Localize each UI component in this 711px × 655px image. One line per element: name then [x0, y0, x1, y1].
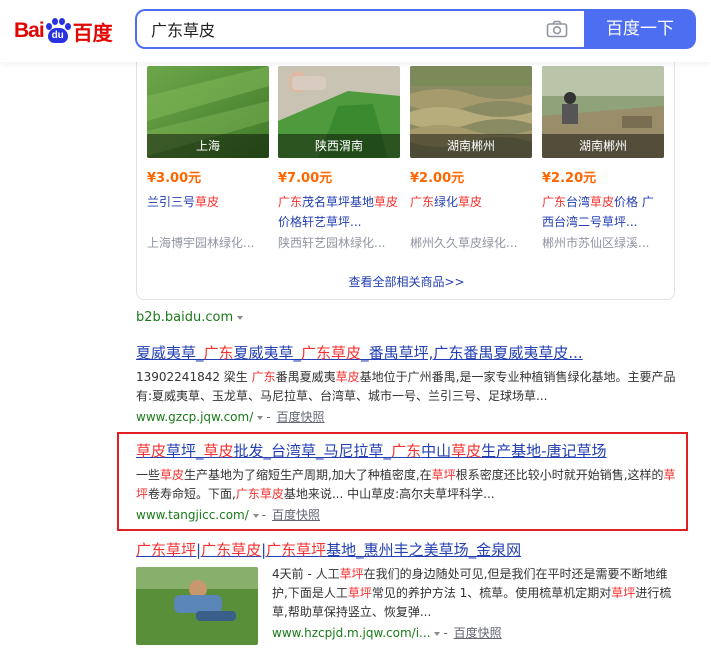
- product-item[interactable]: 湖南郴州 ¥2.20元 广东台湾草皮价格 广西台湾二号草坪... 郴州市苏仙区绿…: [542, 66, 664, 251]
- product-location: 上海: [147, 134, 269, 158]
- result-thumbnail[interactable]: [136, 567, 258, 645]
- product-shop[interactable]: 郴州久久草皮绿化...: [410, 234, 530, 251]
- result-url-row: www.gzcp.jqw.com/- 百度快照: [136, 410, 325, 424]
- search-result: 夏威夷草_广东夏威夷草_广东草皮_番禺草坪,广东番禺夏威夷草皮... 13902…: [136, 343, 676, 426]
- product-shop[interactable]: 郴州市苏仙区绿溪...: [542, 234, 662, 251]
- product-image[interactable]: 上海: [147, 66, 269, 158]
- result-url[interactable]: www.gzcp.jqw.com/: [136, 410, 253, 424]
- result-url[interactable]: www.tangjicc.com/: [136, 508, 249, 522]
- product-price: ¥2.00元: [410, 171, 465, 186]
- logo-baidu-text: 百度: [72, 20, 113, 45]
- search-input[interactable]: [151, 20, 531, 38]
- chevron-down-icon[interactable]: [434, 631, 441, 636]
- product-price: ¥2.20元: [542, 171, 597, 186]
- result-url-row: www.tangjicc.com/- 百度快照: [136, 508, 320, 522]
- product-card: 上海 ¥3.00元 兰引三号草皮 上海博宇园林绿化... 陕西渭南 ¥7.00元…: [136, 38, 675, 300]
- camera-icon[interactable]: [546, 20, 568, 38]
- snapshot-link[interactable]: 百度快照: [454, 626, 502, 640]
- more-products-link[interactable]: 查看全部相关商品>>: [137, 273, 676, 290]
- source-link[interactable]: b2b.baidu.com: [136, 310, 244, 325]
- product-location: 陕西渭南: [278, 134, 400, 158]
- result-abstract: 4天前 - 人工草坪在我们的身边随处可见,但是我们在平时还是需要不断地维护,下面…: [272, 567, 672, 619]
- product-item[interactable]: 湖南郴州 ¥2.00元 广东绿化草皮 郴州久久草皮绿化...: [410, 66, 532, 251]
- result-title-link[interactable]: 夏威夷草_广东夏威夷草_广东草皮_番禺草坪,广东番禺夏威夷草皮...: [136, 343, 676, 364]
- search-result: 草皮草坪_草皮批发_台湾草_马尼拉草_广东中山草皮生产基地-唐记草场 一些草皮生…: [136, 441, 676, 524]
- result-url[interactable]: www.hzcpjd.m.jqw.com/i...: [272, 626, 430, 640]
- result-title-link[interactable]: 草皮草坪_草皮批发_台湾草_马尼拉草_广东中山草皮生产基地-唐记草场: [136, 441, 676, 462]
- logo-bai-text: Bai: [14, 19, 45, 42]
- product-location: 湖南郴州: [542, 134, 664, 158]
- paw-icon: du: [45, 18, 71, 44]
- search-result: 广东草坪|广东草皮|广东草坪基地_惠州丰之美草场_金泉网: [136, 540, 676, 561]
- product-title[interactable]: 广东茂名草坪基地草皮价格轩艺草坪...: [278, 192, 400, 232]
- product-price: ¥7.00元: [278, 171, 333, 186]
- product-image[interactable]: 陕西渭南: [278, 66, 400, 158]
- chevron-down-icon[interactable]: [237, 315, 244, 320]
- logo-du-text: du: [47, 28, 68, 43]
- snapshot-link[interactable]: 百度快照: [272, 508, 320, 522]
- snapshot-link[interactable]: 百度快照: [276, 410, 324, 424]
- baidu-logo[interactable]: Bai du 百度: [14, 16, 113, 46]
- product-item[interactable]: 陕西渭南 ¥7.00元 广东茂名草坪基地草皮价格轩艺草坪... 陕西轩艺园林绿化…: [278, 66, 400, 251]
- search-box: [135, 9, 585, 49]
- chevron-down-icon[interactable]: [252, 513, 259, 518]
- product-shop[interactable]: 陕西轩艺园林绿化...: [278, 234, 398, 251]
- result-title-link[interactable]: 广东草坪|广东草皮|广东草坪基地_惠州丰之美草场_金泉网: [136, 540, 676, 561]
- result-abstract: 13902241842 梁生 广东番禺夏威夷草皮基地位于广州番禺,是一家专业种植…: [136, 370, 676, 403]
- product-price: ¥3.00元: [147, 171, 202, 186]
- result-abstract: 一些草皮生产基地为了缩短生产周期,加大了种植密度,在草坪根系密度还比较小时就开始…: [136, 468, 676, 501]
- product-image[interactable]: 湖南郴州: [542, 66, 664, 158]
- chevron-down-icon[interactable]: [257, 415, 264, 420]
- product-shop[interactable]: 上海博宇园林绿化...: [147, 234, 267, 251]
- result-body: 4天前 - 人工草坪在我们的身边随处可见,但是我们在平时还是需要不断地维护,下面…: [272, 565, 676, 642]
- product-title[interactable]: 广东绿化草皮: [410, 192, 532, 232]
- product-location: 湖南郴州: [410, 134, 532, 158]
- product-title[interactable]: 广东台湾草皮价格 广西台湾二号草坪...: [542, 192, 664, 232]
- product-item[interactable]: 上海 ¥3.00元 兰引三号草皮 上海博宇园林绿化...: [147, 66, 269, 251]
- header: Bai du 百度 百度一下: [0, 0, 711, 62]
- search-button[interactable]: 百度一下: [584, 9, 696, 49]
- product-image[interactable]: 湖南郴州: [410, 66, 532, 158]
- result-url-row: www.hzcpjd.m.jqw.com/i... - 百度快照: [272, 626, 502, 640]
- product-title[interactable]: 兰引三号草皮: [147, 192, 269, 232]
